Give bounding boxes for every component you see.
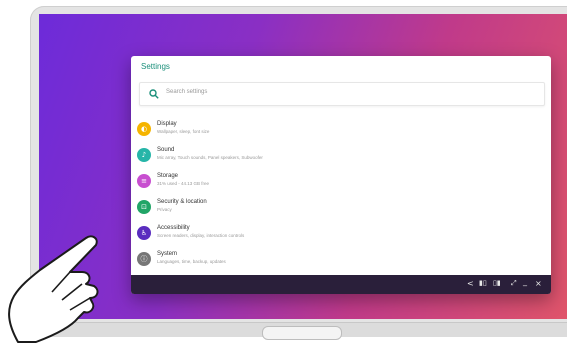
layout-split-right-icon[interactable]: ▯▮ xyxy=(493,279,501,287)
settings-item-system[interactable]: ⓘ System Languages, time, backup, update… xyxy=(137,249,537,273)
front-panel-buttons xyxy=(262,326,342,340)
settings-item-title: Sound xyxy=(157,147,175,153)
window-taskbar: < ▮▯ ▯▮ ⤢ _ × xyxy=(131,275,551,294)
close-button[interactable]: × xyxy=(535,279,542,288)
settings-item-display[interactable]: ◐ Display Wallpaper, sleep, font size xyxy=(137,119,537,143)
sound-icon: ♪ xyxy=(137,148,151,162)
accessibility-icon: ♿ xyxy=(137,226,151,240)
settings-item-security[interactable]: ⊡ Security & location Privacy xyxy=(137,197,537,221)
search-placeholder: Search settings xyxy=(166,89,208,95)
display-icon: ◐ xyxy=(137,122,151,136)
settings-item-subtitle: Mic array, Touch sounds, Panel speakers,… xyxy=(157,155,263,160)
layout-split-left-icon[interactable]: ▮▯ xyxy=(479,279,487,287)
minimize-button[interactable]: _ xyxy=(523,277,527,286)
settings-item-subtitle: 31% used - 44.13 GB free xyxy=(157,181,210,186)
settings-item-subtitle: Privacy xyxy=(157,207,172,212)
settings-item-storage[interactable]: ≡ Storage 31% used - 44.13 GB free xyxy=(137,171,537,195)
search-field[interactable]: Search settings xyxy=(139,82,545,106)
pointing-hand-icon xyxy=(8,235,99,343)
lock-icon: ⊡ xyxy=(137,200,151,214)
settings-item-accessibility[interactable]: ♿ Accessibility Screen readers, display,… xyxy=(137,223,537,247)
settings-window: Settings Search settings ◐ Display Wallp… xyxy=(131,56,551,294)
settings-item-sound[interactable]: ♪ Sound Mic array, Touch sounds, Panel s… xyxy=(137,145,537,169)
settings-item-title: Security & location xyxy=(157,199,207,205)
settings-item-title: Storage xyxy=(157,173,179,179)
maximize-icon[interactable]: ⤢ xyxy=(511,279,517,288)
info-icon: ⓘ xyxy=(137,252,151,266)
search-icon xyxy=(149,89,159,99)
settings-item-title: Display xyxy=(157,121,177,127)
settings-item-title: System xyxy=(157,251,178,257)
settings-item-subtitle: Wallpaper, sleep, font size xyxy=(157,129,210,134)
back-button[interactable]: < xyxy=(467,279,474,288)
settings-item-subtitle: Languages, time, backup, updates xyxy=(157,259,226,264)
window-title: Settings xyxy=(141,62,170,71)
settings-item-subtitle: Screen readers, display, interaction con… xyxy=(157,233,245,238)
settings-item-title: Accessibility xyxy=(157,225,190,231)
storage-icon: ≡ xyxy=(137,174,151,188)
